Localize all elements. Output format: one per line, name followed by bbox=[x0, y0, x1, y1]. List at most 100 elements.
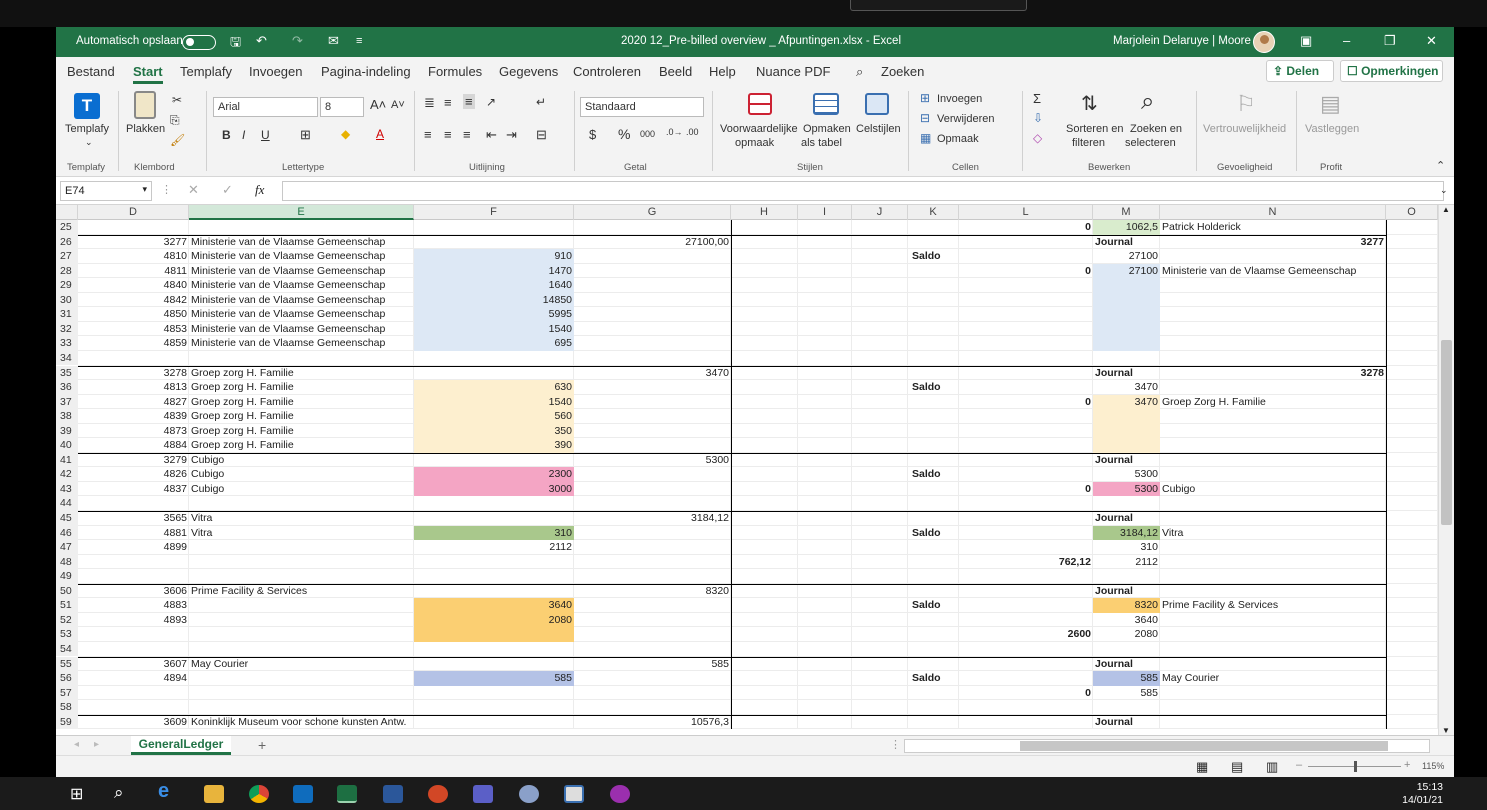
cell-f40[interactable]: 390 bbox=[414, 438, 574, 453]
cell-m25[interactable]: 1062,5 bbox=[1093, 220, 1160, 235]
shrink-font-icon[interactable]: A˅ bbox=[391, 99, 405, 111]
cell-n51[interactable]: Prime Facility & Services bbox=[1160, 598, 1278, 613]
undo-icon[interactable]: ↶ bbox=[256, 33, 267, 49]
templafy-button[interactable]: Templafy bbox=[65, 123, 109, 135]
underline-icon[interactable]: U bbox=[261, 128, 270, 142]
cell-n35[interactable]: 3278 bbox=[1160, 366, 1386, 381]
confirm-icon[interactable]: ✓ bbox=[222, 182, 233, 198]
cell-f46[interactable]: 310 bbox=[414, 526, 574, 541]
orientation-icon[interactable]: ↗ bbox=[486, 95, 496, 109]
percent-icon[interactable]: % bbox=[618, 126, 630, 142]
add-sheet-icon[interactable]: + bbox=[258, 737, 266, 753]
cell-d35[interactable]: 3278 bbox=[78, 366, 189, 381]
cell-m48[interactable]: 2112 bbox=[1093, 555, 1160, 570]
cell-k42[interactable]: Saldo bbox=[910, 467, 941, 482]
cell-l53[interactable]: 2600 bbox=[959, 627, 1093, 642]
cell-e59[interactable]: Koninklijk Museum voor schone kunsten An… bbox=[189, 715, 406, 730]
expand-formula-icon[interactable]: ⌄ bbox=[1440, 185, 1448, 196]
prev-sheet-icon[interactable]: ◂ bbox=[74, 739, 79, 750]
wrap-text-icon[interactable]: ↵ bbox=[536, 95, 546, 109]
row-number[interactable]: 59 bbox=[56, 714, 78, 730]
cell-n28[interactable]: Ministerie van de Vlaamse Gemeenschap bbox=[1160, 264, 1356, 279]
search-box[interactable]: Zoeken bbox=[881, 64, 924, 79]
increase-indent-icon[interactable]: ⇥ bbox=[506, 127, 517, 143]
insert-cells-icon[interactable]: ⊞ bbox=[920, 91, 930, 105]
cell-d41[interactable]: 3279 bbox=[78, 453, 189, 468]
file-explorer-icon[interactable] bbox=[204, 785, 224, 803]
cell-d33[interactable]: 4859 bbox=[78, 336, 189, 351]
windows-start-icon[interactable]: ⊞ bbox=[70, 784, 83, 804]
next-sheet-icon[interactable]: ▸ bbox=[94, 739, 99, 750]
row-number[interactable]: 30 bbox=[56, 292, 78, 308]
minimize-icon[interactable]: – bbox=[1343, 33, 1350, 48]
cell-f56[interactable]: 585 bbox=[414, 671, 574, 686]
cell-m27[interactable]: 27100 bbox=[1093, 249, 1160, 264]
paste-button[interactable]: Plakken bbox=[126, 123, 165, 135]
cell-f32[interactable]: 1540 bbox=[414, 322, 574, 337]
share-button[interactable]: ⇪ Delen bbox=[1266, 60, 1334, 82]
cell-d45[interactable]: 3565 bbox=[78, 511, 189, 526]
cell-m51[interactable]: 8320 bbox=[1093, 598, 1160, 613]
cell-m45[interactable]: Journal bbox=[1093, 511, 1133, 526]
thousands-icon[interactable]: 000 bbox=[640, 129, 655, 139]
font-color-icon[interactable]: A bbox=[376, 127, 384, 141]
column-header-f[interactable]: F bbox=[414, 205, 574, 220]
page-break-icon[interactable]: ▥ bbox=[1266, 759, 1278, 775]
cell-m28[interactable]: 27100 bbox=[1093, 264, 1160, 279]
row-number[interactable]: 38 bbox=[56, 409, 78, 424]
cell-k56[interactable]: Saldo bbox=[910, 671, 941, 686]
excel-icon[interactable] bbox=[337, 785, 357, 803]
cell-d52[interactable]: 4893 bbox=[78, 613, 189, 628]
cell-f39[interactable]: 350 bbox=[414, 424, 574, 439]
row-number[interactable]: 53 bbox=[56, 627, 78, 642]
row-number[interactable]: 26 bbox=[56, 234, 78, 250]
cell-e40[interactable]: Groep zorg H. Familie bbox=[189, 438, 294, 453]
zoom-level[interactable]: 115% bbox=[1422, 761, 1444, 771]
cell-e46[interactable]: Vitra bbox=[189, 526, 212, 541]
quick-access-icon[interactable]: ✉ bbox=[328, 33, 339, 49]
conditional-format-icon[interactable] bbox=[748, 93, 772, 115]
cell-f47[interactable]: 2112 bbox=[414, 540, 574, 555]
cell-l28[interactable]: 0 bbox=[959, 264, 1093, 279]
cell-g59[interactable]: 10576,3 bbox=[574, 715, 731, 730]
find-select-icon[interactable]: ⌕ bbox=[1141, 88, 1154, 116]
outlook-icon[interactable] bbox=[293, 785, 313, 803]
cell-d42[interactable]: 4826 bbox=[78, 467, 189, 482]
cell-m43[interactable]: 5300 bbox=[1093, 482, 1160, 497]
chrome-icon[interactable] bbox=[249, 785, 269, 803]
customize-qat-icon[interactable]: ≡ bbox=[356, 35, 362, 47]
cell-d30[interactable]: 4842 bbox=[78, 293, 189, 308]
cell-k27[interactable]: Saldo bbox=[910, 249, 941, 264]
cell-e42[interactable]: Cubigo bbox=[189, 467, 224, 482]
borders-icon[interactable]: ⊞ bbox=[300, 127, 311, 143]
zoom-in-icon[interactable]: + bbox=[1404, 759, 1410, 771]
redo-icon[interactable]: ↷ bbox=[292, 33, 303, 49]
row-number[interactable]: 44 bbox=[56, 496, 78, 511]
cell-m53[interactable]: 2080 bbox=[1093, 627, 1160, 642]
cell-e39[interactable]: Groep zorg H. Familie bbox=[189, 424, 294, 439]
tab-invoegen[interactable]: Invoegen bbox=[249, 64, 303, 79]
cell-f38[interactable]: 560 bbox=[414, 409, 574, 424]
column-header-n[interactable]: N bbox=[1160, 205, 1386, 220]
cell-m55[interactable]: Journal bbox=[1093, 657, 1133, 672]
cell-d38[interactable]: 4839 bbox=[78, 409, 189, 424]
align-center-icon[interactable]: ≡ bbox=[444, 127, 452, 142]
cell-d47[interactable]: 4899 bbox=[78, 540, 189, 555]
currency-icon[interactable]: $ bbox=[589, 127, 596, 142]
cell-m37[interactable]: 3470 bbox=[1093, 395, 1160, 410]
tab-nuance-pdf[interactable]: Nuance PDF bbox=[756, 64, 830, 79]
row-number[interactable]: 55 bbox=[56, 656, 78, 672]
cell-d40[interactable]: 4884 bbox=[78, 438, 189, 453]
fill-icon[interactable]: ⇩ bbox=[1033, 111, 1043, 125]
collapse-ribbon-icon[interactable]: ⌃ bbox=[1436, 159, 1445, 172]
align-top-icon[interactable]: ≣ bbox=[424, 95, 435, 111]
system-clock[interactable]: 15:13 14/01/21 bbox=[1402, 781, 1443, 807]
column-header-o[interactable]: O bbox=[1386, 205, 1438, 220]
column-header-k[interactable]: K bbox=[908, 205, 959, 220]
tab-formules[interactable]: Formules bbox=[428, 64, 482, 79]
sort-filter-label[interactable]: Sorteren en bbox=[1066, 123, 1123, 135]
search-icon[interactable]: ⌕ bbox=[114, 783, 124, 803]
cell-l37[interactable]: 0 bbox=[959, 395, 1093, 410]
tab-templafy[interactable]: Templafy bbox=[180, 64, 232, 79]
decrease-decimal-icon[interactable]: .00 bbox=[686, 127, 699, 137]
